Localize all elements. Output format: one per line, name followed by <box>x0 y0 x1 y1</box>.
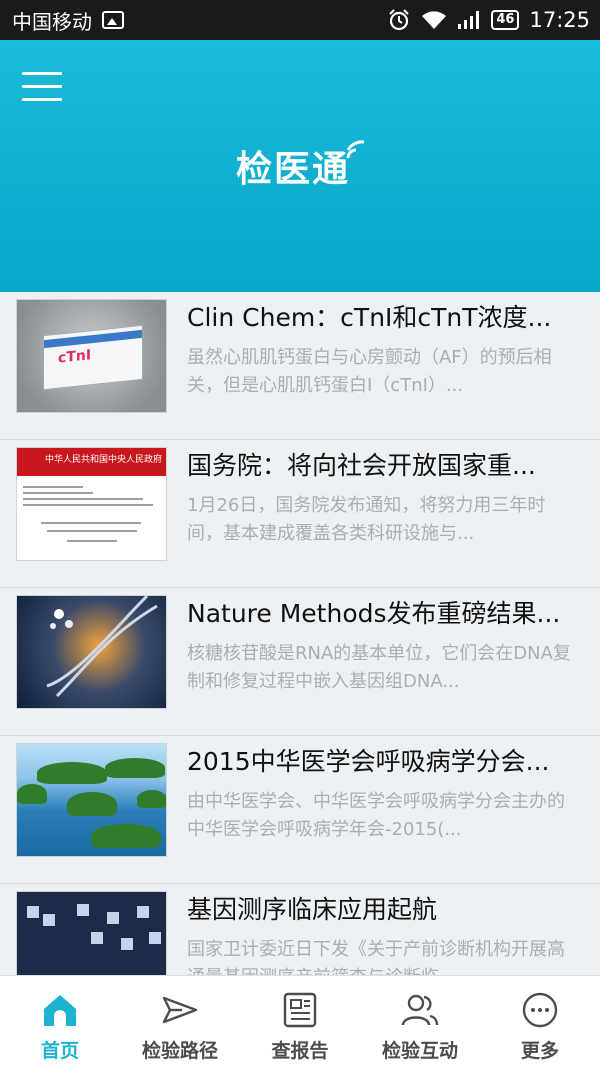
news-title: 国务院：将向社会开放国家重... <box>187 451 536 480</box>
status-left: 中国移动 <box>12 6 124 35</box>
news-summary: 国家卫计委近日下发《关于产前诊断机构开展高通量基因测序产前筛查与诊断临... <box>187 939 565 975</box>
news-summary: 虽然心肌肌钙蛋白与心房颤动（AF）的预后相关，但是心肌肌钙蛋白I（cTnI）..… <box>187 347 552 396</box>
status-right: 46 17:25 <box>387 8 590 32</box>
tab-check-report[interactable]: 查报告 <box>240 976 360 1067</box>
menu-bar-icon <box>22 85 62 88</box>
wifi-icon <box>422 11 447 29</box>
status-bar: 中国移动 46 17:25 <box>0 0 600 40</box>
news-item[interactable]: 中华人民共和国中央人民政府 国务院：将向社会开放国家重... 1月26日，国务院… <box>0 440 600 588</box>
image-icon <box>102 11 124 29</box>
news-summary: 由中华医学会、中华医学会呼吸病学分会主办的中华医学会呼吸病学年会-2015(..… <box>187 791 565 840</box>
carrier-label: 中国移动 <box>12 9 92 34</box>
send-icon <box>162 996 198 1024</box>
battery-icon: 46 <box>491 10 520 30</box>
users-icon <box>401 994 439 1026</box>
report-icon <box>283 992 317 1028</box>
news-summary: 核糖核苷酸是RNA的基本单位，它们会在DNA复制和修复过程中嵌入基因组DNA..… <box>187 643 571 692</box>
menu-bar-icon <box>22 72 62 75</box>
more-icon <box>522 992 558 1028</box>
news-thumbnail: cTnI <box>16 299 167 413</box>
signal-arc-icon <box>346 140 365 159</box>
menu-button[interactable] <box>22 70 66 104</box>
app-logo: 检医通 <box>236 140 372 192</box>
thumbnail-label: 中华人民共和国中央人民政府 <box>45 455 163 465</box>
app-logo-text: 检医通 <box>236 149 351 190</box>
tab-label: 更多 <box>520 1040 559 1062</box>
tab-interaction[interactable]: 检验互动 <box>360 976 480 1067</box>
news-item[interactable]: Nature Methods发布重磅结果... 核糖核苷酸是RNA的基本单位，它… <box>0 588 600 736</box>
app-header: 检医通 <box>0 40 600 292</box>
news-item[interactable]: 基因测序临床应用起航 国家卫计委近日下发《关于产前诊断机构开展高通量基因测序产前… <box>0 884 600 975</box>
tab-home[interactable]: 首页 <box>0 976 120 1067</box>
news-list: cTnI Clin Chem：cTnI和cTnT浓度... 虽然心肌肌钙蛋白与心… <box>0 292 600 975</box>
news-title: Clin Chem：cTnI和cTnT浓度... <box>187 303 552 332</box>
news-title: 2015中华医学会呼吸病学分会... <box>187 747 550 776</box>
news-thumbnail <box>16 743 167 857</box>
tab-more[interactable]: 更多 <box>480 976 600 1067</box>
clock: 17:25 <box>529 8 590 32</box>
news-thumbnail <box>16 891 167 975</box>
tab-label: 检验互动 <box>381 1040 458 1062</box>
signal-icon <box>458 11 480 29</box>
home-icon <box>44 995 76 1026</box>
news-title: 基因测序临床应用起航 <box>187 895 438 924</box>
news-item[interactable]: 2015中华医学会呼吸病学分会... 由中华医学会、中华医学会呼吸病学分会主办的… <box>0 736 600 884</box>
tab-label: 检验路径 <box>141 1040 218 1062</box>
bottom-tab-bar: 首页 检验路径 查报告 检验互动 更多 <box>0 975 600 1067</box>
tab-test-path[interactable]: 检验路径 <box>120 976 240 1067</box>
news-thumbnail: 中华人民共和国中央人民政府 <box>16 447 167 561</box>
news-thumbnail <box>16 595 167 709</box>
alarm-icon <box>389 9 410 31</box>
news-title: Nature Methods发布重磅结果... <box>187 599 561 628</box>
thumbnail-label: cTnI <box>58 347 92 367</box>
menu-bar-icon <box>22 98 62 101</box>
news-summary: 1月26日，国务院发布通知，将努力用三年时间，基本建成覆盖各类科研设施与... <box>187 495 546 544</box>
news-item[interactable]: cTnI Clin Chem：cTnI和cTnT浓度... 虽然心肌肌钙蛋白与心… <box>0 292 600 440</box>
tab-label: 查报告 <box>271 1040 329 1062</box>
tab-label: 首页 <box>40 1040 79 1062</box>
